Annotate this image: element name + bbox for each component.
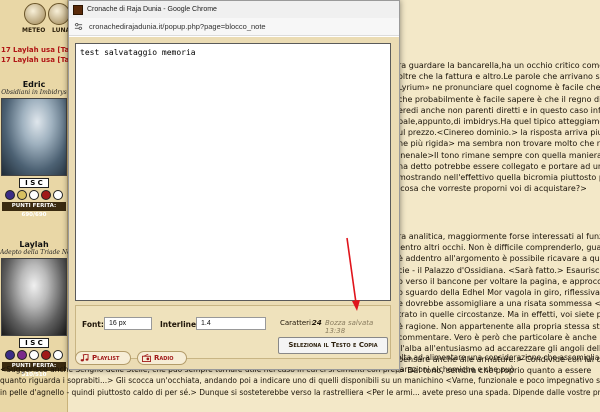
playlist-tab[interactable]: Playlist: [75, 351, 131, 365]
story-line: ul prezzo.<Cinereo dominio.> la risposta…: [398, 128, 600, 138]
radio-icon: [142, 354, 151, 362]
window-titlebar[interactable]: Cronache di Raja Dunia - Google Chrome: [69, 1, 399, 18]
story-line: è ragione. Non appartenente alla propria…: [398, 321, 600, 331]
story-line: trato in quelle circostanze. Ma in effet…: [398, 310, 600, 320]
stats-label: I S C: [19, 338, 49, 348]
stat-row: I S C: [0, 178, 68, 188]
moon-icon[interactable]: [48, 3, 70, 25]
char-count-label: Caratteri:: [280, 319, 314, 327]
story-line: e dovrebbe assomigliare a una risata som…: [398, 299, 600, 309]
status-icon[interactable]: [17, 190, 27, 200]
story-line: o verso il bancone per voltare la pagina…: [398, 276, 600, 286]
character-card-edric[interactable]: Edric Obsidiani in Imbidrys I S C PUNTI …: [0, 80, 68, 218]
url-text: cronachedirajadunia.it/popup.php?page=bl…: [89, 22, 266, 31]
chat-log: 17 Laylah usa [Ta 17 Laylah usa [Ta: [0, 45, 68, 65]
meteo-label: METEO: [22, 27, 46, 34]
character-name: Edric: [22, 80, 46, 89]
story-line: mostrando nell'effettivo quella bicromia…: [398, 172, 600, 182]
story-line: che probabilmente è facile sapere è che …: [398, 94, 600, 104]
left-sidebar: METEO LUNA 17 Laylah usa [Ta 17 Laylah u…: [0, 0, 70, 412]
app-icon: [73, 4, 83, 15]
chrome-popup-window: Cronache di Raja Dunia - Google Chrome c…: [68, 0, 400, 370]
story-line: commentare. Vero è però che particolare …: [398, 332, 600, 342]
select-and-copy-button[interactable]: Seleziona il Testo e Copia: [278, 337, 388, 354]
notepad-content: Font: 16 px Interlinea: 1.4 Caratteri: 2…: [69, 37, 399, 369]
story-line: ra analitica, maggiormente forse interes…: [398, 232, 600, 241]
story-line: lentro altri occhi. Non è difficile comp…: [398, 243, 600, 253]
status-icons: [0, 190, 68, 200]
site-info-icon[interactable]: [74, 22, 83, 31]
status-icon[interactable]: [41, 190, 51, 200]
story-line: inenale>Il tono rimane sempre con quella…: [398, 150, 600, 160]
status-icon[interactable]: [29, 190, 39, 200]
story-line: in pelle d'agnello - quindi piuttosto ca…: [0, 387, 600, 397]
story-line: è addentro all'argomento è possibile ric…: [398, 254, 600, 264]
story-line: eredi anche non parenti diretti e in que…: [398, 105, 600, 115]
line-height-input[interactable]: 1.4: [196, 317, 266, 330]
status-icon[interactable]: [53, 190, 63, 200]
story-line: icosa che vorreste proporni voi di acqui…: [398, 184, 587, 194]
font-label: Font:: [82, 320, 104, 329]
story-line: na detto potrebbe essere collegato e por…: [398, 161, 600, 171]
music-note-icon: [80, 354, 89, 362]
radio-label: Radio: [154, 354, 174, 362]
story-line: quanto riguarda i soprabiti...> Gli scoc…: [0, 376, 600, 385]
char-count-value: 24: [312, 319, 322, 327]
story-line: ne più rigida> ma sembra non trovare mol…: [398, 139, 600, 149]
notes-textarea[interactable]: [75, 43, 391, 301]
story-line: oltre che la fattura e altro.Le parole c…: [398, 72, 600, 82]
stat-row: I S C: [0, 338, 68, 348]
chat-line: 17 Laylah usa [Ta: [1, 56, 68, 64]
story-text-upper: ra guardare la bancarella,ha un occhio c…: [398, 60, 600, 194]
character-subtitle: Adepto della Triade Nera: [0, 249, 68, 256]
character-name: Laylah: [19, 240, 49, 249]
font-size-input[interactable]: 16 px: [104, 317, 152, 330]
character-portrait[interactable]: [1, 98, 67, 176]
address-bar[interactable]: cronachedirajadunia.it/popup.php?page=bl…: [69, 18, 399, 36]
draft-saved-status: Bozza salvata 13:38: [325, 319, 374, 335]
story-line: Lyrium» ne pronunciare quel cognome è fa…: [398, 83, 600, 93]
status-icon[interactable]: [5, 190, 15, 200]
story-line: pale,appunto,di imbidrys.Ha quel tipico …: [398, 116, 600, 126]
chat-line: 17 Laylah usa [Ta: [1, 46, 68, 54]
stats-label: I S C: [19, 178, 49, 188]
story-line: ra guardare la bancarella,ha un occhio c…: [398, 61, 600, 70]
playlist-label: Playlist: [92, 354, 120, 362]
radio-tab[interactable]: Radio: [137, 351, 187, 365]
character-subtitle: Obsidiani in Imbidrys: [1, 89, 67, 96]
meteo-icon[interactable]: [24, 3, 46, 25]
story-line: cie - il Palazzo d'Ossidiana. <Sarà fatt…: [398, 265, 600, 275]
character-portrait[interactable]: [1, 258, 67, 336]
story-line: o sguardo della Edhel Mor vagola in giro…: [398, 287, 600, 297]
hit-points: PUNTI FERITA: 690/690: [2, 202, 66, 218]
window-title: Cronache di Raja Dunia - Google Chrome: [87, 6, 217, 13]
